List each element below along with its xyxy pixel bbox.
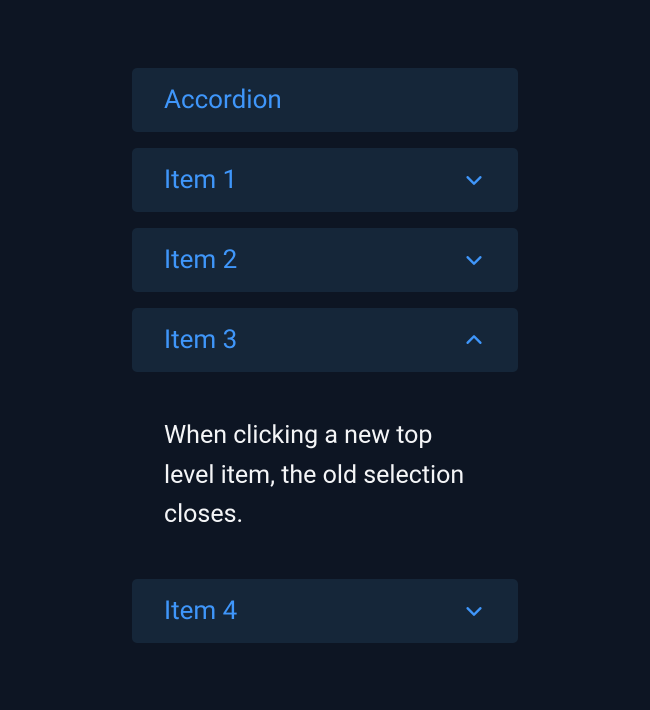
chevron-down-icon [462, 248, 486, 272]
chevron-down-icon [462, 599, 486, 623]
accordion-item-label: Item 4 [164, 596, 237, 626]
accordion-item-4[interactable]: Item 4 [132, 579, 518, 643]
accordion-item-3[interactable]: Item 3 [132, 308, 518, 372]
accordion-title: Accordion [164, 85, 282, 115]
accordion-item-label: Item 1 [164, 165, 237, 195]
accordion-item-label: Item 2 [164, 245, 237, 275]
accordion-item-label: Item 3 [164, 325, 237, 355]
chevron-down-icon [462, 168, 486, 192]
chevron-up-icon [462, 328, 486, 352]
accordion-content: When clicking a new top level item, the … [132, 372, 518, 579]
accordion-item-2[interactable]: Item 2 [132, 228, 518, 292]
accordion-item-1[interactable]: Item 1 [132, 148, 518, 212]
accordion-header: Accordion [132, 68, 518, 132]
